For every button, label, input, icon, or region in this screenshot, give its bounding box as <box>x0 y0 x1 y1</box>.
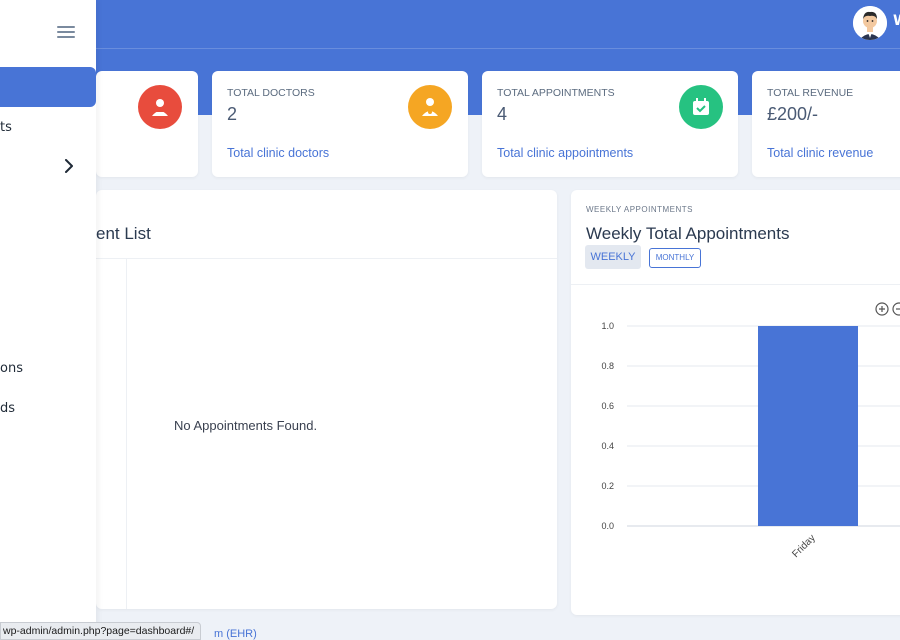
divider <box>126 259 127 609</box>
y-tick-label: 0.2 <box>601 481 614 491</box>
stat-value: 4 <box>497 104 508 124</box>
stat-title: TOTAL APPOINTMENTS <box>497 87 615 99</box>
y-tick-label: 0.0 <box>601 521 614 531</box>
header-divider <box>96 48 900 49</box>
weekly-appointments-chart: 1.0 0.8 0.6 0.4 0.2 0.0 Friday <box>601 321 900 560</box>
status-bar-url: wp-admin/admin.php?page=dashboard#/ <box>0 622 202 640</box>
user-name-initial[interactable]: W <box>893 13 900 29</box>
y-tick-label: 0.4 <box>601 441 614 451</box>
tab-weekly[interactable]: WEEKLY <box>585 245 641 269</box>
y-tick-label: 0.6 <box>601 401 614 411</box>
divider <box>96 258 557 259</box>
appointment-list-panel <box>96 190 557 609</box>
panel-title: Weekly Total Appointments <box>586 224 790 243</box>
stat-value: £200/- <box>767 104 819 124</box>
empty-state-message: No Appointments Found. <box>174 418 318 433</box>
stat-card-patients <box>96 71 198 177</box>
stat-subtitle: Total clinic revenue <box>767 146 874 160</box>
doctor-icon <box>408 85 452 129</box>
sidebar-item-patients[interactable]: ts <box>0 120 12 135</box>
panel-eyebrow: WEEKLY APPOINTMENTS <box>586 205 694 214</box>
footer-link[interactable]: m (EHR) <box>214 628 257 640</box>
tab-monthly[interactable]: MONTHLY <box>649 248 701 268</box>
stat-subtitle: Total clinic doctors <box>227 146 330 160</box>
divider <box>571 284 900 285</box>
stat-title: TOTAL DOCTORS <box>227 87 315 99</box>
sidebar-item-dashboard[interactable] <box>0 67 96 107</box>
stat-card-revenue: TOTAL REVENUE £200/- Total clinic revenu… <box>752 71 900 177</box>
calendar-check-icon <box>679 85 723 129</box>
bar[interactable] <box>758 326 858 526</box>
user-avatar[interactable] <box>853 6 887 40</box>
stat-card-doctors: TOTAL DOCTORS 2 Total clinic doctors <box>212 71 468 177</box>
sidebar-item-submenu[interactable] <box>0 159 90 175</box>
stat-subtitle: Total clinic appointments <box>497 146 634 160</box>
stat-title: TOTAL REVENUE <box>767 87 854 99</box>
patient-icon <box>138 85 182 129</box>
menu-icon[interactable] <box>57 25 75 39</box>
chevron-right-icon[interactable] <box>64 159 74 173</box>
y-tick-label: 1.0 <box>601 321 614 331</box>
stat-card-appointments: TOTAL APPOINTMENTS 4 Total clinic appoin… <box>482 71 738 177</box>
panel-title: ent List <box>96 224 151 243</box>
sidebar-item-records[interactable]: ds <box>0 401 15 416</box>
sidebar-item-prescriptions[interactable]: ons <box>0 361 23 376</box>
y-tick-label: 0.8 <box>601 361 614 371</box>
x-tick-label: Friday <box>790 533 817 560</box>
stat-value: 2 <box>227 104 238 124</box>
sidebar: ts ons ds <box>0 0 96 640</box>
